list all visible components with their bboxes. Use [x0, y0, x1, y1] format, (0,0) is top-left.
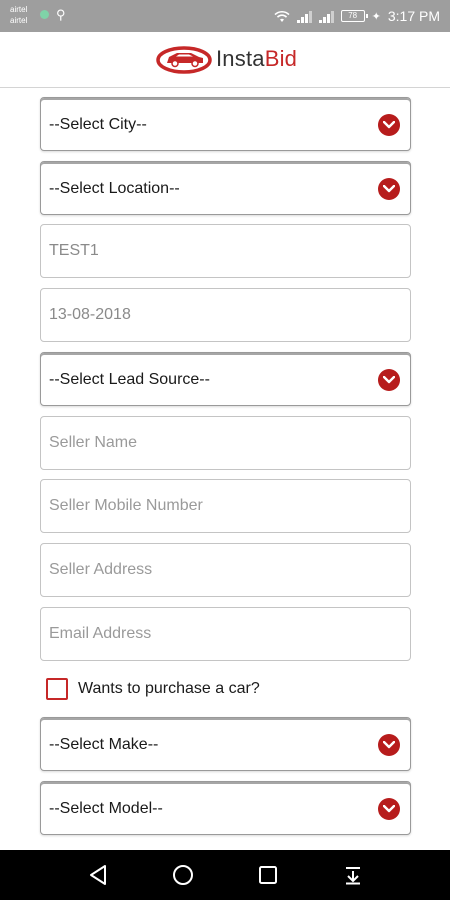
seller-address-field[interactable]: [40, 543, 411, 597]
date-field[interactable]: [40, 288, 411, 342]
location-select[interactable]: --Select Location--: [40, 161, 411, 215]
clock: 3:17 PM: [387, 8, 440, 24]
status-bar: airtel airtel ⚲ 78 ✦ 3:17 PM: [0, 0, 450, 32]
wifi-icon: [274, 10, 290, 22]
date-input[interactable]: [41, 289, 410, 341]
app-logo: InstaBid: [155, 42, 297, 76]
recents-icon: [259, 866, 277, 884]
recents-button[interactable]: [238, 850, 298, 900]
purchase-checkbox-row[interactable]: Wants to purchase a car?: [46, 677, 260, 701]
test-field[interactable]: [40, 224, 411, 278]
navigation-bar: [0, 850, 450, 900]
lead-source-select-value: --Select Lead Source--: [49, 371, 210, 388]
seller-name-field[interactable]: [40, 416, 411, 470]
notification-dot-icon: [40, 10, 49, 19]
location-select-value: --Select Location--: [49, 180, 180, 197]
email-address-input[interactable]: [41, 608, 410, 660]
email-address-field[interactable]: [40, 607, 411, 661]
chevron-down-icon: [378, 178, 400, 200]
battery-icon: 78: [340, 10, 368, 22]
chevron-down-icon: [378, 798, 400, 820]
app-header: InstaBid: [0, 32, 450, 88]
car-logo-icon: [156, 46, 212, 74]
make-select-value: --Select Make--: [49, 736, 159, 753]
home-button[interactable]: [153, 850, 213, 900]
carrier-2: airtel: [10, 16, 28, 25]
home-icon: [173, 865, 193, 885]
city-select-value: --Select City--: [49, 116, 147, 133]
signal-1-icon: [296, 9, 312, 23]
chevron-down-icon: [378, 734, 400, 756]
model-select-value: --Select Model--: [49, 800, 163, 817]
seller-name-input[interactable]: [41, 417, 410, 469]
chevron-down-icon: [378, 114, 400, 136]
carrier-1: airtel: [10, 5, 28, 14]
logo-text-insta: Insta: [216, 46, 265, 71]
city-select[interactable]: --Select City--: [40, 97, 411, 151]
lead-source-select[interactable]: --Select Lead Source--: [40, 352, 411, 406]
model-select[interactable]: --Select Model--: [40, 781, 411, 835]
back-button[interactable]: [68, 850, 128, 900]
purchase-checkbox[interactable]: [46, 678, 68, 700]
usb-icon: ⚲: [56, 7, 66, 22]
logo-text: InstaBid: [216, 46, 297, 72]
seller-mobile-input[interactable]: [41, 480, 410, 532]
make-select[interactable]: --Select Make--: [40, 717, 411, 771]
carrier-labels: airtel airtel: [10, 4, 27, 26]
charging-icon: ✦: [371, 10, 381, 23]
logo-text-bid: Bid: [264, 46, 298, 71]
status-right: 78 ✦ 3:17 PM: [274, 0, 440, 32]
signal-2-icon: [318, 9, 334, 23]
notification-pull-icon: [346, 867, 360, 885]
seller-mobile-field[interactable]: [40, 479, 411, 533]
test-input[interactable]: [41, 225, 410, 277]
notification-pull-button[interactable]: [323, 850, 383, 900]
seller-address-input[interactable]: [41, 544, 410, 596]
purchase-checkbox-label: Wants to purchase a car?: [78, 680, 260, 697]
chevron-down-icon: [378, 369, 400, 391]
back-icon: [90, 865, 106, 885]
